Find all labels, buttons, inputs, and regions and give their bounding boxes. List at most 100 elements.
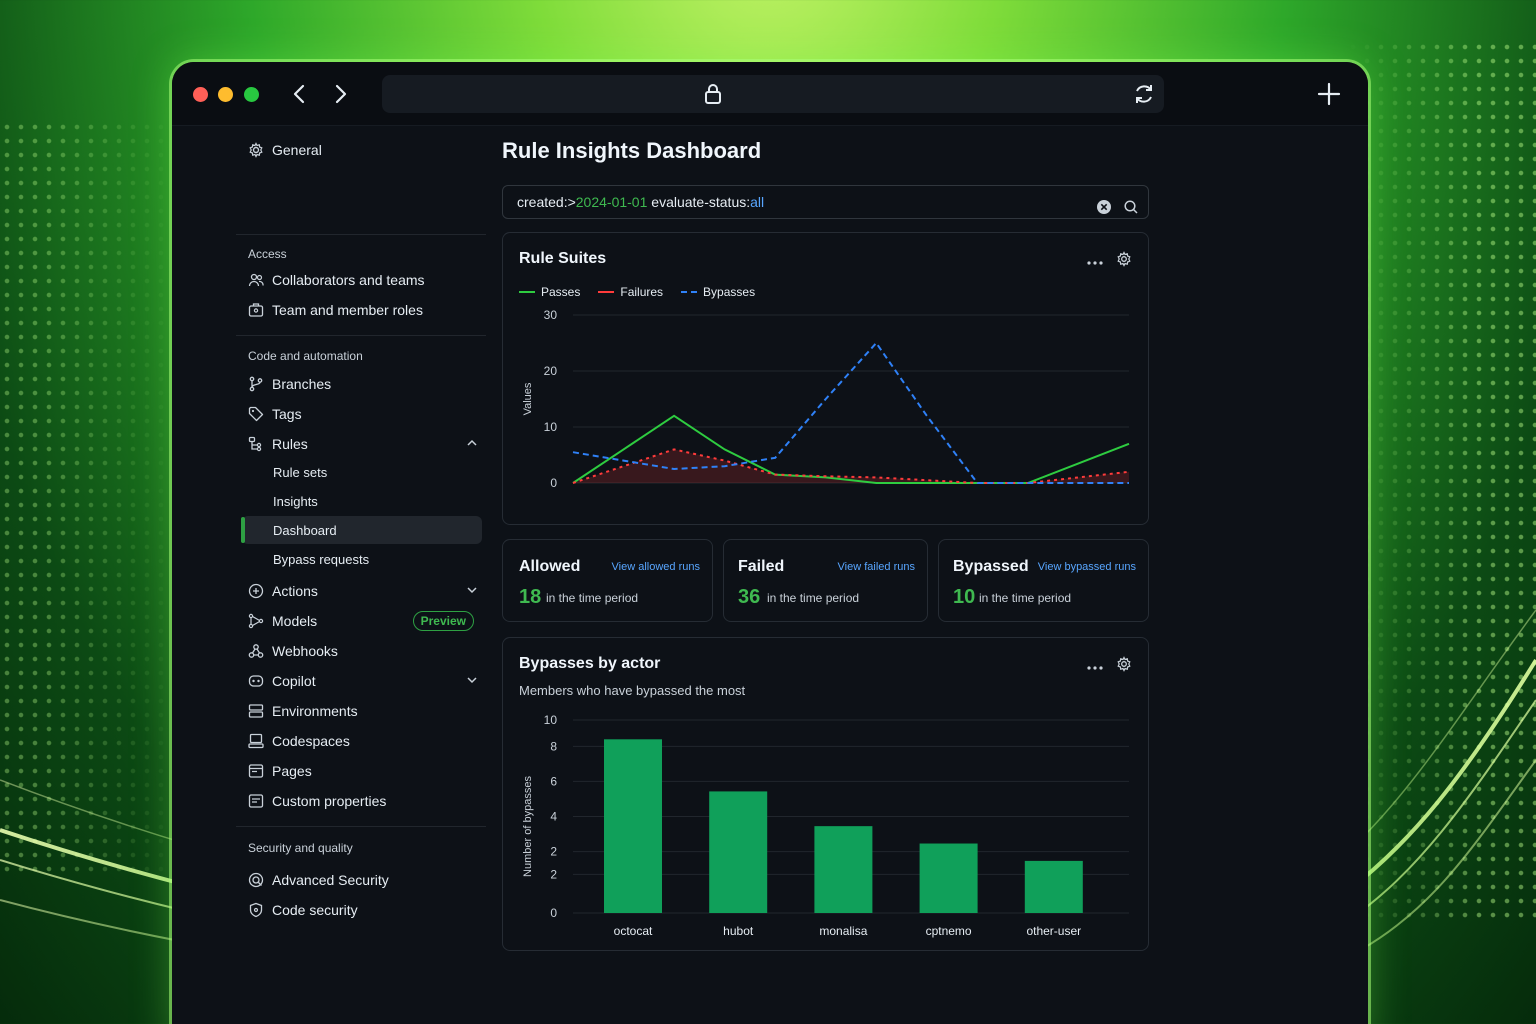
view-allowed-runs-link[interactable]: View allowed runs <box>612 561 700 573</box>
bypasses-by-actor-card: Bypasses by actor Members who have bypas… <box>502 637 1149 951</box>
x-tick-label: octocat <box>614 924 653 938</box>
legend-item-bypasses: Bypasses <box>681 285 755 299</box>
sidebar-item-models[interactable]: Models Preview <box>236 606 484 636</box>
more-options-icon[interactable] <box>1086 253 1104 271</box>
stat-value: 10 <box>953 586 976 608</box>
clear-search-icon[interactable] <box>1096 194 1112 214</box>
sidebar-item-advanced-security[interactable]: Advanced Security <box>236 865 484 895</box>
codespaces-icon <box>248 733 264 749</box>
preview-badge: Preview <box>412 611 474 631</box>
divider <box>236 826 486 827</box>
page-title: Rule Insights Dashboard <box>502 138 762 163</box>
rule-suites-card: Rule Suites Passes Failures Bypasses 0 10… <box>502 232 1149 525</box>
legend-label: Bypasses <box>703 285 756 299</box>
sidebar-item-label: Tags <box>272 406 302 422</box>
stat-description: in the time period <box>767 591 860 605</box>
id-badge-icon <box>248 302 264 318</box>
sidebar-subitem-insights[interactable]: Insights <box>236 487 482 515</box>
search-icon[interactable] <box>1123 194 1139 214</box>
forward-arrow-icon[interactable] <box>328 82 352 106</box>
gear-icon[interactable] <box>1116 656 1132 677</box>
sidebar-item-label: Models <box>272 613 318 629</box>
new-tab-plus-icon[interactable] <box>1316 81 1342 112</box>
sidebar-item-label: Branches <box>272 376 332 392</box>
y-tick-label: 0 <box>550 476 557 490</box>
legend-label: Passes <box>541 285 581 299</box>
gear-icon <box>248 142 264 158</box>
webhook-icon <box>248 643 264 659</box>
card-subtitle: Members who have bypassed the most <box>519 683 746 698</box>
sidebar-item-environments[interactable]: Environments <box>236 696 484 726</box>
gear-icon[interactable] <box>1116 251 1132 272</box>
sidebar-item-tags[interactable]: Tags <box>236 399 484 429</box>
card-title: Bypasses by actor <box>519 655 661 672</box>
sidebar-item-label: Codespaces <box>272 733 350 749</box>
search-query-status: all <box>750 194 765 210</box>
stat-value: 36 <box>738 586 761 608</box>
stat-value: 18 <box>519 586 542 608</box>
stat-title: Failed <box>738 558 785 575</box>
sidebar-item-pages[interactable]: Pages <box>236 756 484 786</box>
sidebar-subitem-bypass-requests[interactable]: Bypass requests <box>236 545 482 573</box>
title-bar <box>172 62 1368 126</box>
sidebar-item-roles[interactable]: Team and member roles <box>236 295 484 325</box>
y-axis-label: Values <box>522 382 534 415</box>
y-tick-label: 30 <box>544 308 558 322</box>
models-icon <box>248 613 264 629</box>
sidebar-item-label: Copilot <box>272 673 316 689</box>
back-arrow-icon[interactable] <box>288 82 312 106</box>
reload-icon[interactable] <box>1132 82 1156 111</box>
browser-page-icon <box>248 763 264 779</box>
zoom-window-button[interactable] <box>244 87 259 102</box>
sidebar-item-code-security[interactable]: Code security <box>236 895 484 925</box>
sidebar-subitem-dashboard[interactable]: Dashboard <box>242 516 482 544</box>
note-icon <box>248 793 264 809</box>
bypassed-stat-card: Bypassed View bypassed runs 10 in the ti… <box>938 539 1149 622</box>
active-indicator <box>241 517 245 543</box>
people-icon <box>248 272 264 288</box>
sidebar-item-label: Webhooks <box>272 643 338 659</box>
stat-title: Allowed <box>519 558 581 575</box>
y-tick-label: 2 <box>550 867 557 881</box>
address-bar[interactable] <box>382 75 1164 113</box>
search-query-key: evaluate-status: <box>647 194 751 210</box>
chart-legend: Passes Failures Bypasses <box>519 285 755 299</box>
sidebar-item-label: Rules <box>272 436 308 452</box>
bypasses-bar-chart: 0 2 2 4 6 8 10 Number of bypasses octocat hubot mo… <box>522 713 1129 938</box>
browser-window: General Access Collaborators and teams T… <box>172 62 1368 1024</box>
stat-description: in the time period <box>546 591 639 605</box>
y-tick-label: 10 <box>544 420 558 434</box>
divider <box>236 335 486 336</box>
sidebar-item-copilot[interactable]: Copilot <box>236 666 484 696</box>
bar-monalisa <box>814 826 873 913</box>
close-window-button[interactable] <box>193 87 208 102</box>
sidebar-item-branches[interactable]: Branches <box>236 369 484 399</box>
bar-other-user <box>1024 860 1083 913</box>
section-heading-code: Code and automation <box>248 349 363 363</box>
sidebar-subitem-rule-sets[interactable]: Rule sets <box>236 458 482 486</box>
x-tick-label: hubot <box>723 924 754 938</box>
sidebar-item-codespaces[interactable]: Codespaces <box>236 726 484 756</box>
legend-item-passes: Passes <box>519 285 580 299</box>
shield-icon <box>248 902 264 918</box>
more-options-icon[interactable] <box>1086 658 1104 676</box>
tag-icon <box>248 406 264 422</box>
sidebar-item-rules[interactable]: Rules <box>236 429 484 459</box>
search-input[interactable]: created:>2024-01-01 evaluate-status:all <box>502 185 1149 219</box>
view-failed-runs-link[interactable]: View failed runs <box>838 561 915 573</box>
y-tick-label: 10 <box>544 713 558 727</box>
sidebar-item-label: Custom properties <box>272 793 387 809</box>
sidebar-item-actions[interactable]: Actions <box>236 576 484 606</box>
view-bypassed-runs-link[interactable]: View bypassed runs <box>1038 561 1136 573</box>
section-heading-security: Security and quality <box>248 841 353 855</box>
minimize-window-button[interactable] <box>218 87 233 102</box>
bar-hubot <box>709 791 768 913</box>
sidebar-item-webhooks[interactable]: Webhooks <box>236 636 484 666</box>
sidebar-item-general[interactable]: General <box>236 135 484 165</box>
sidebar-item-collaborators[interactable]: Collaborators and teams <box>236 265 484 295</box>
sidebar-item-custom-properties[interactable]: Custom properties <box>236 786 484 816</box>
chevron-down-icon <box>467 587 477 594</box>
sidebar-subitem-label: Bypass requests <box>273 551 370 567</box>
sidebar-item-label: Advanced Security <box>272 872 389 888</box>
section-heading-access: Access <box>248 247 287 261</box>
